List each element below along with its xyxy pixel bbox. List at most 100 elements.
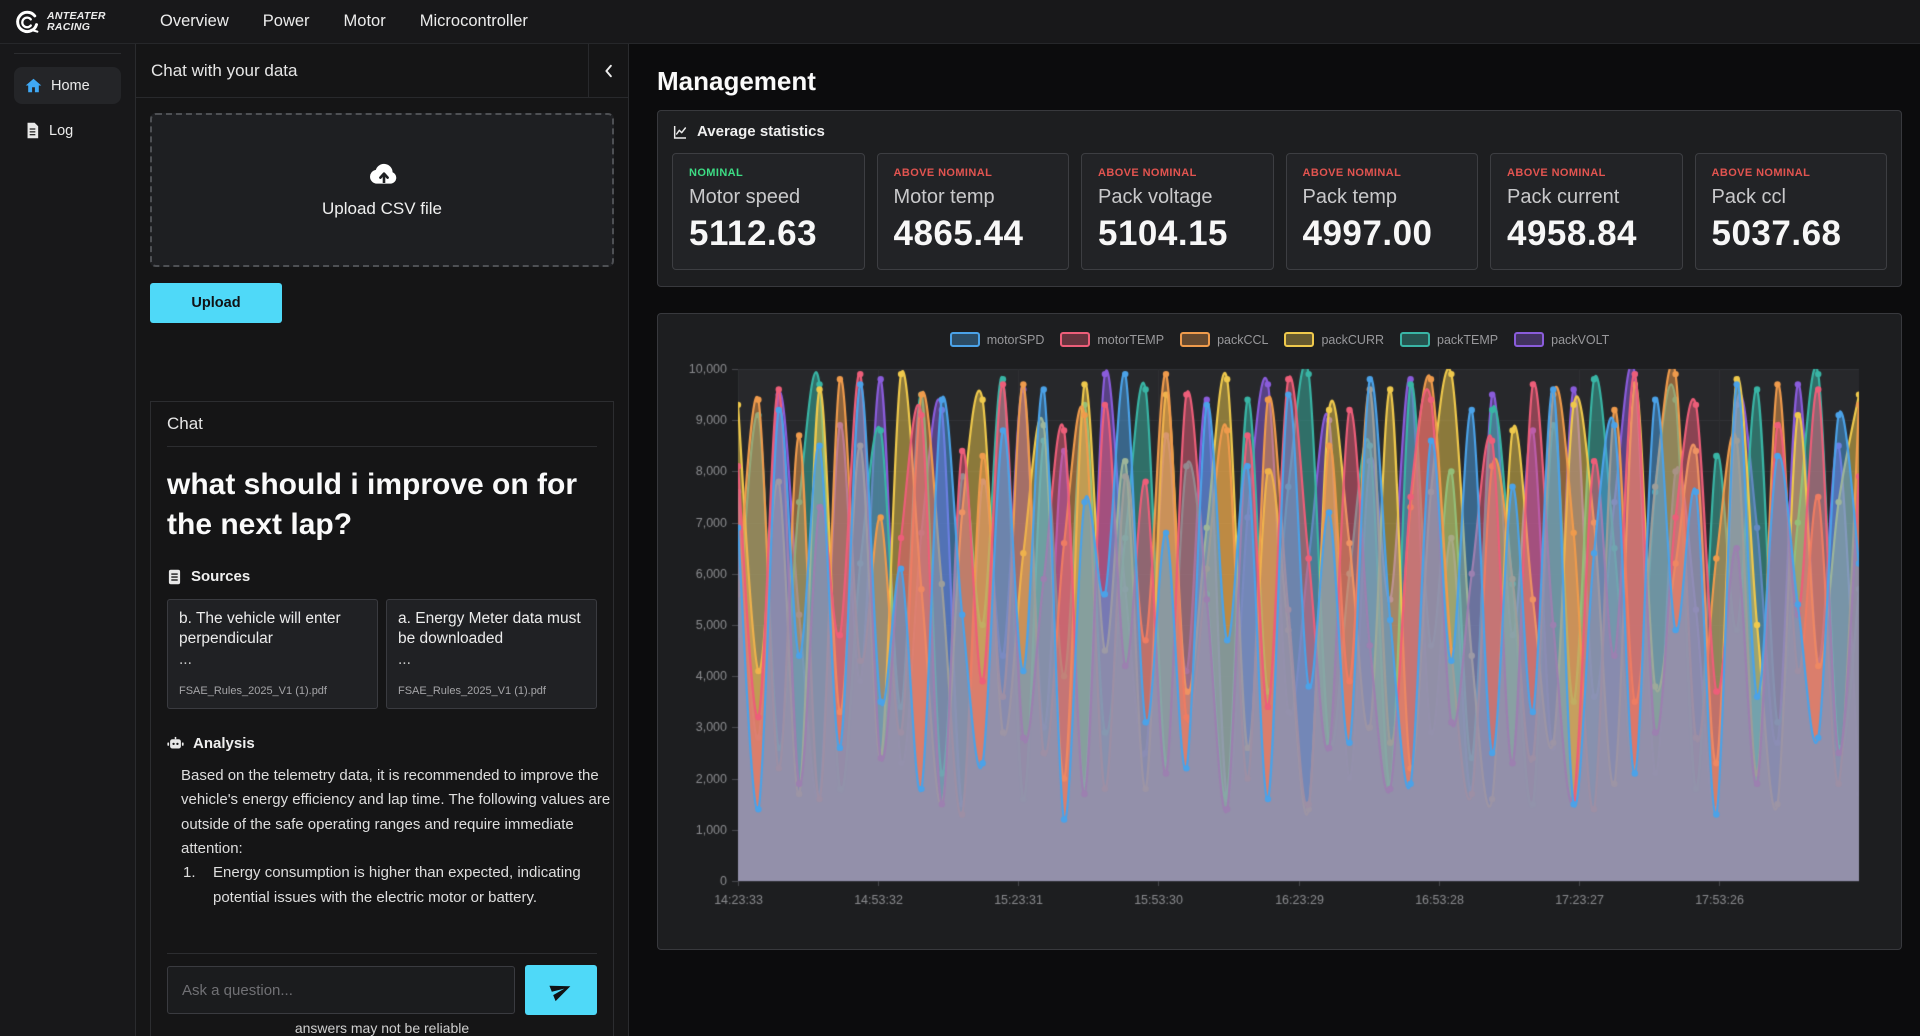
chat-panel: Chat with your data Upload CSV file Uplo… bbox=[135, 43, 629, 1036]
stat-value: 5037.68 bbox=[1711, 214, 1842, 253]
telemetry-chart-canvas bbox=[674, 355, 1887, 923]
log-file-icon bbox=[25, 122, 40, 139]
send-button[interactable] bbox=[525, 965, 597, 1015]
chat-panel-header: Chat with your data bbox=[136, 43, 628, 98]
source-card[interactable]: b. The vehicle will enter perpendicular … bbox=[167, 599, 378, 710]
brand-logo[interactable]: ANTEATER RACING bbox=[12, 8, 134, 36]
stats-header: Average statistics bbox=[672, 123, 1887, 140]
chat-section-title: Chat bbox=[167, 414, 597, 447]
average-statistics-panel: Average statistics NOMINAL Motor speed 5… bbox=[657, 110, 1902, 287]
main-content: Management Average statistics NOMINAL Mo… bbox=[629, 44, 1920, 1036]
legend-item-motorspd[interactable]: motorSPD bbox=[949, 332, 1044, 347]
stat-label: Motor speed bbox=[689, 186, 801, 208]
status-badge: ABOVE NOMINAL bbox=[1302, 167, 1402, 179]
analysis-item-number: 1. bbox=[183, 864, 196, 882]
sidebar-divider bbox=[14, 53, 121, 54]
home-icon bbox=[25, 77, 42, 94]
legend-item-packtemp[interactable]: packTEMP bbox=[1400, 332, 1498, 347]
stat-value: 5112.63 bbox=[689, 214, 818, 253]
status-badge: ABOVE NOMINAL bbox=[1711, 167, 1811, 179]
sources-label: Sources bbox=[191, 568, 251, 586]
stat-card-pack-voltage: ABOVE NOMINAL Pack voltage 5104.15 bbox=[1081, 153, 1274, 270]
stat-value: 4865.44 bbox=[893, 214, 1024, 253]
stat-cards-row: NOMINAL Motor speed 5112.63 ABOVE NOMINA… bbox=[672, 153, 1887, 270]
stat-card-pack-current: ABOVE NOMINAL Pack current 4958.84 bbox=[1490, 153, 1683, 270]
sources-header: Sources bbox=[167, 568, 597, 585]
legend-item-packcurr[interactable]: packCURR bbox=[1284, 332, 1384, 347]
chat-card: Chat what should i improve on for the ne… bbox=[150, 401, 614, 1036]
legend-swatch bbox=[949, 332, 980, 347]
stat-card-pack-ccl: ABOVE NOMINAL Pack ccl 5037.68 bbox=[1694, 153, 1887, 270]
source-filename: FSAE_Rules_2025_V1 (1).pdf bbox=[179, 685, 327, 698]
stat-value: 4997.00 bbox=[1302, 214, 1433, 253]
legend-item-motortemp[interactable]: motorTEMP bbox=[1060, 332, 1164, 347]
stat-card-motor-speed: NOMINAL Motor speed 5112.63 bbox=[672, 153, 865, 270]
brand-line1: ANTEATER bbox=[47, 9, 106, 22]
robot-icon bbox=[167, 736, 184, 751]
line-chart-icon bbox=[672, 124, 688, 140]
chart-legend: motorSPD motorTEMP packCCL packCURR pack… bbox=[674, 332, 1885, 347]
top-bar: ANTEATER RACING Overview Power Motor Mic… bbox=[0, 0, 1920, 44]
legend-swatch bbox=[1180, 332, 1211, 347]
upload-button[interactable]: Upload bbox=[150, 283, 282, 323]
nav-power[interactable]: Power bbox=[263, 12, 310, 31]
source-snippet: b. The vehicle will enter perpendicular bbox=[179, 610, 341, 648]
ask-question-input[interactable] bbox=[167, 966, 515, 1014]
chevron-left-icon bbox=[600, 62, 618, 80]
stat-label: Pack current bbox=[1507, 186, 1620, 208]
analysis-intro: Based on the telemetry data, it is recom… bbox=[181, 767, 611, 858]
collapse-panel-button[interactable] bbox=[588, 43, 628, 98]
nav-motor[interactable]: Motor bbox=[344, 12, 386, 31]
status-badge: ABOVE NOMINAL bbox=[1507, 167, 1606, 179]
source-cards: b. The vehicle will enter perpendicular … bbox=[167, 599, 597, 710]
analysis-label: Analysis bbox=[193, 735, 255, 753]
telemetry-chart-panel: motorSPD motorTEMP packCCL packCURR pack… bbox=[657, 313, 1902, 950]
brand-text: ANTEATER RACING bbox=[47, 11, 106, 32]
sidebar-item-label: Log bbox=[49, 122, 74, 139]
status-badge: NOMINAL bbox=[689, 167, 744, 179]
legend-swatch bbox=[1060, 332, 1091, 347]
legend-label: packVOLT bbox=[1551, 332, 1610, 347]
legend-label: packCURR bbox=[1321, 332, 1384, 347]
legend-label: packTEMP bbox=[1437, 332, 1499, 347]
source-ellipsis: ... bbox=[179, 651, 192, 669]
source-card[interactable]: a. Energy Meter data must be downloaded … bbox=[386, 599, 597, 710]
analysis-list: 1. Energy consumption is higher than exp… bbox=[183, 861, 613, 910]
sidebar: Home Log bbox=[0, 44, 135, 1036]
stat-label: Pack temp bbox=[1302, 186, 1397, 208]
send-paper-plane-icon bbox=[549, 979, 572, 1002]
anteater-logo-icon bbox=[12, 8, 40, 36]
sidebar-item-label: Home bbox=[51, 77, 90, 94]
brand-line2: RACING bbox=[47, 20, 91, 33]
top-nav: Overview Power Motor Microcontroller bbox=[160, 12, 528, 31]
book-icon bbox=[167, 569, 182, 585]
sidebar-item-home[interactable]: Home bbox=[14, 67, 121, 104]
status-badge: ABOVE NOMINAL bbox=[1098, 167, 1197, 179]
status-badge: ABOVE NOMINAL bbox=[893, 167, 993, 179]
chat-panel-body: Upload CSV file Upload Chat what should … bbox=[136, 98, 628, 1036]
stat-label: Pack ccl bbox=[1711, 186, 1786, 208]
legend-swatch bbox=[1284, 332, 1315, 347]
legend-item-packvolt[interactable]: packVOLT bbox=[1514, 332, 1609, 347]
nav-microcontroller[interactable]: Microcontroller bbox=[420, 12, 528, 31]
source-filename: FSAE_Rules_2025_V1 (1).pdf bbox=[398, 685, 546, 698]
legend-swatch bbox=[1400, 332, 1430, 347]
nav-overview[interactable]: Overview bbox=[160, 12, 229, 31]
stats-header-label: Average statistics bbox=[697, 123, 825, 140]
stat-label: Motor temp bbox=[893, 186, 995, 208]
ask-row bbox=[167, 953, 597, 1015]
source-ellipsis: ... bbox=[398, 651, 411, 669]
dropzone-label: Upload CSV file bbox=[321, 199, 442, 218]
analysis-item-text: Energy consumption is higher than expect… bbox=[213, 864, 581, 906]
sidebar-item-log[interactable]: Log bbox=[14, 112, 121, 149]
legend-swatch bbox=[1514, 332, 1545, 347]
stat-value: 5104.15 bbox=[1098, 214, 1229, 253]
legend-label: packCCL bbox=[1217, 332, 1269, 347]
page-title: Management bbox=[657, 66, 816, 96]
cloud-upload-icon bbox=[364, 161, 400, 189]
csv-dropzone[interactable]: Upload CSV file bbox=[150, 113, 614, 267]
analysis-header: Analysis bbox=[167, 735, 597, 752]
legend-item-packccl[interactable]: packCCL bbox=[1180, 332, 1268, 347]
stat-card-motor-temp: ABOVE NOMINAL Motor temp 4865.44 bbox=[876, 153, 1069, 270]
stat-card-pack-temp: ABOVE NOMINAL Pack temp 4997.00 bbox=[1285, 153, 1478, 270]
